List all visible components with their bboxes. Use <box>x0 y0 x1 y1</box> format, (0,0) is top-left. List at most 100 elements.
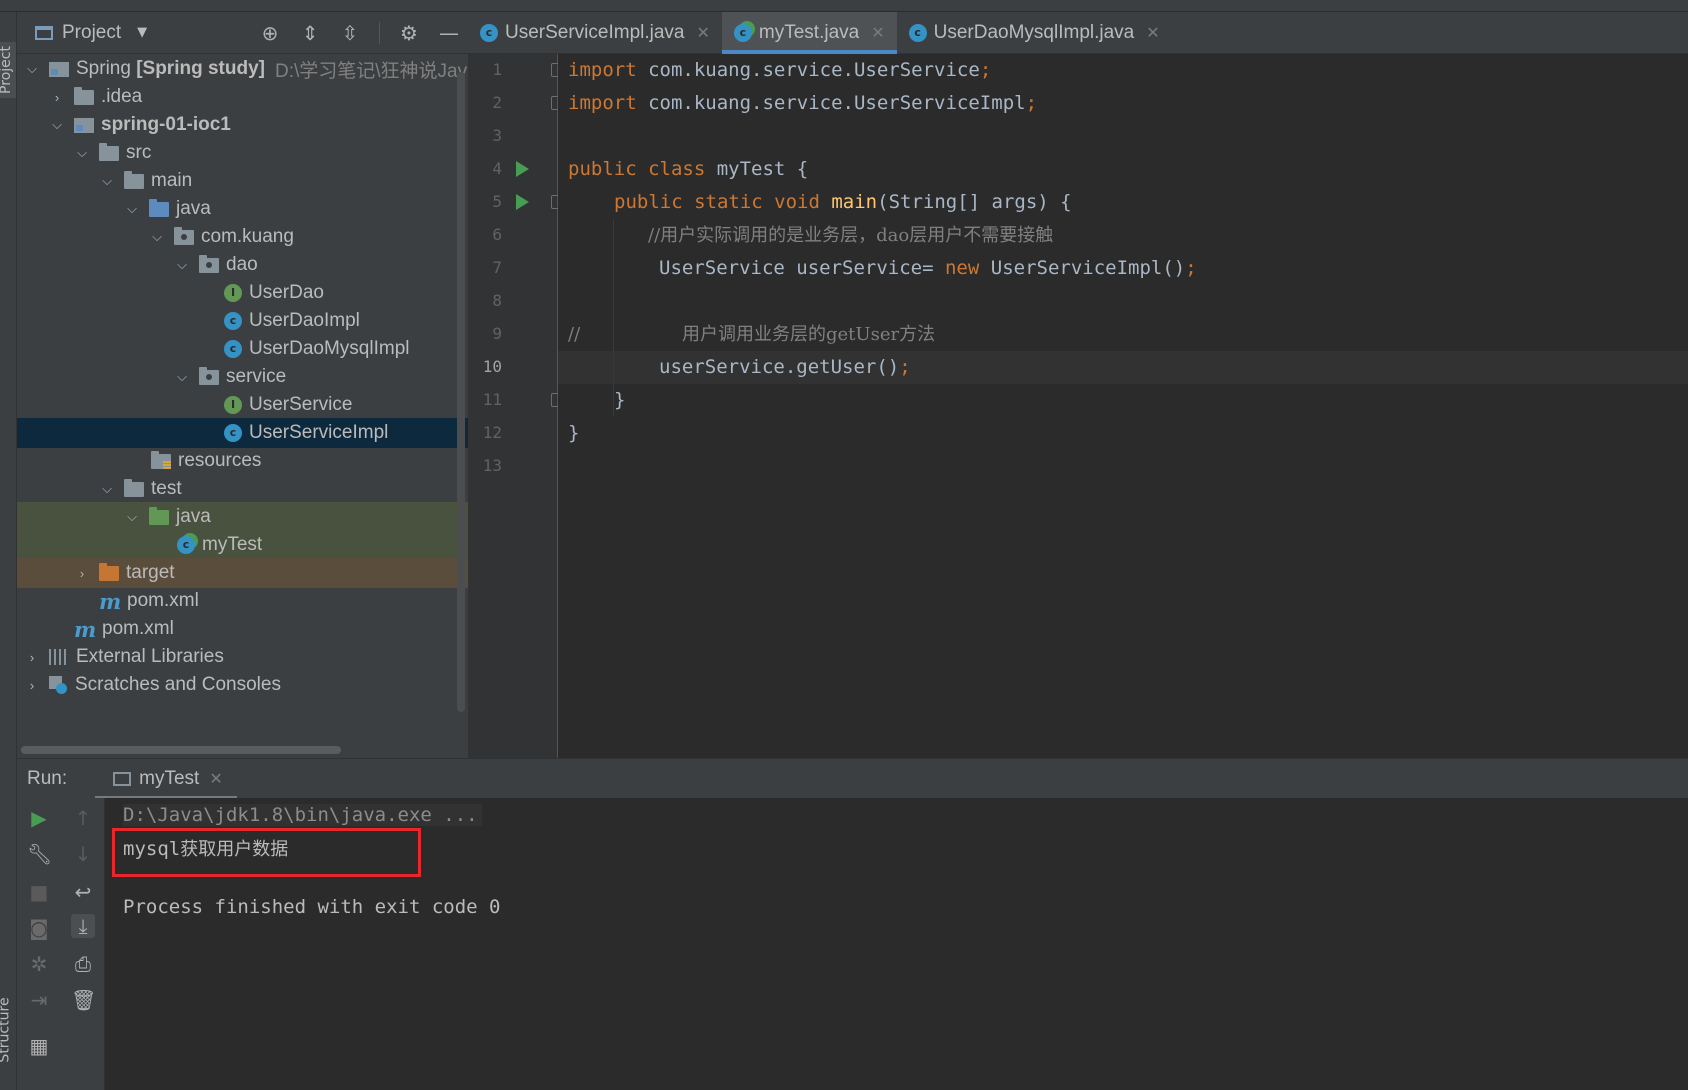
exit-icon[interactable]: ⇥ <box>27 988 51 1012</box>
close-icon[interactable]: ✕ <box>697 23 710 43</box>
run-console[interactable]: D:\Java\jdk1.8\bin\java.exe ... mysql获取用… <box>105 798 1688 1090</box>
tree-item-resources[interactable]: resources <box>17 446 468 476</box>
collapse-all-icon[interactable]: ⇳ <box>339 22 361 44</box>
soft-wrap-icon[interactable]: ↩ <box>71 880 95 904</box>
class-icon: c <box>908 24 927 42</box>
wrench-icon[interactable]: 🔧︎ <box>27 842 52 866</box>
project-vertical-scrollbar[interactable] <box>457 72 465 712</box>
chevron-down-icon[interactable]: ⌵ <box>73 145 91 161</box>
title-strip <box>0 0 1688 12</box>
chevron-right-icon[interactable]: › <box>23 650 41 665</box>
tab-label: UserServiceImpl.java <box>505 22 685 43</box>
run-tab-mytest[interactable]: myTest ✕ <box>95 759 237 799</box>
tree-item-target[interactable]: › target <box>17 558 468 588</box>
run-class-icon[interactable] <box>516 161 529 177</box>
run-main-icon[interactable] <box>516 194 529 210</box>
run-panel-header: Run: myTest ✕ <box>17 758 1688 799</box>
code-line-10: userService.getUser(); <box>659 356 911 378</box>
expand-all-icon[interactable]: ⇕ <box>299 22 321 44</box>
tab-userserviceimpl[interactable]: c UserServiceImpl.java ✕ <box>468 12 722 54</box>
tree-item-module-name: [Spring study] <box>136 58 265 79</box>
tree-item-userdao[interactable]: I UserDao <box>17 278 468 308</box>
tree-item-dao[interactable]: ⌵ dao <box>17 250 468 280</box>
chevron-down-icon[interactable]: ⌵ <box>173 257 191 273</box>
scratches-icon <box>49 676 67 694</box>
chevron-down-icon[interactable]: ⌵ <box>123 509 141 525</box>
trash-icon[interactable]: 🗑︎ <box>71 988 96 1012</box>
project-tool-button[interactable]: Project <box>0 42 16 98</box>
project-view-selector[interactable]: Project <box>62 22 121 44</box>
locate-file-icon[interactable]: ⊕ <box>259 22 281 44</box>
tree-item-scratches[interactable]: › Scratches and Consoles <box>17 670 468 700</box>
tree-item-label: com.kuang <box>201 226 294 247</box>
tree-item-main-java[interactable]: ⌵ java <box>17 194 468 224</box>
chevron-down-icon[interactable]: ⌵ <box>148 229 166 245</box>
tree-item-label: java <box>176 198 211 219</box>
tree-item-root-pom[interactable]: m pom.xml <box>17 614 468 644</box>
tree-item-test[interactable]: ⌵ test <box>17 474 468 504</box>
chevron-down-icon[interactable]: ⌵ <box>23 61 41 77</box>
code-line-6: //用户实际调用的是业务层，dao层用户不需要接触 <box>648 225 1054 246</box>
scroll-to-end-icon[interactable]: ⤓ <box>71 914 95 938</box>
toolbar-divider <box>379 22 380 44</box>
tree-item-idea[interactable]: › .idea <box>17 82 468 112</box>
close-icon[interactable]: ✕ <box>1146 23 1159 43</box>
arrow-up-icon[interactable]: ↑ <box>71 806 95 830</box>
chevron-down-icon[interactable]: ▼ <box>137 25 147 40</box>
interface-icon: I <box>224 284 242 302</box>
layout-icon[interactable]: ▦ <box>27 1034 51 1058</box>
tree-item-spring-01-ioc1[interactable]: ⌵ spring-01-ioc1 <box>17 110 468 140</box>
folder-icon <box>74 86 94 105</box>
stop-icon[interactable]: ■ <box>27 880 51 904</box>
tab-mytest[interactable]: c myTest.java ✕ <box>721 12 897 54</box>
code-line-5: public static void main(String[] args) { <box>614 191 1072 213</box>
chevron-right-icon[interactable]: › <box>73 566 91 581</box>
tree-item-src[interactable]: ⌵ src <box>17 138 468 168</box>
close-icon[interactable]: ✕ <box>209 769 222 789</box>
tree-item-userserviceimpl[interactable]: c UserServiceImpl <box>17 418 468 448</box>
gear-icon[interactable]: ⚙ <box>398 22 420 44</box>
tree-item-label: resources <box>178 450 262 471</box>
structure-tool-button[interactable]: Structure <box>0 997 13 1062</box>
chevron-right-icon[interactable]: › <box>23 678 41 693</box>
tree-item-label: java <box>176 506 211 527</box>
tree-item-service[interactable]: ⌵ service <box>17 362 468 392</box>
chevron-down-icon[interactable]: ⌵ <box>48 117 66 133</box>
chevron-down-icon[interactable]: ⌵ <box>173 369 191 385</box>
print-icon[interactable]: ⎙ <box>71 952 95 976</box>
chevron-down-icon[interactable]: ⌵ <box>98 173 116 189</box>
tree-item-test-java[interactable]: ⌵ java <box>17 502 468 532</box>
resources-folder-icon <box>151 450 171 469</box>
tree-item-userdaoimpl[interactable]: c UserDaoImpl <box>17 306 468 336</box>
chevron-down-icon[interactable]: ⌵ <box>98 481 116 497</box>
run-toolbar-primary: ▶ 🔧︎ ■ ◙ ✲ ⇥ ▦ <box>17 798 61 1090</box>
tree-item-mytest[interactable]: c myTest <box>17 530 468 560</box>
tree-item-external-libraries[interactable]: › External Libraries <box>17 642 468 672</box>
tree-item-label: spring-01-ioc1 <box>101 114 231 135</box>
arrow-down-icon[interactable]: ↓ <box>71 842 95 866</box>
editor-tab-bar: c UserServiceImpl.java ✕ c myTest.java ✕… <box>468 12 1688 54</box>
tree-item-module-pom[interactable]: m pom.xml <box>17 586 468 616</box>
hide-panel-icon[interactable]: — <box>438 22 460 44</box>
tab-userdaomysqlimpl[interactable]: c UserDaoMysqlImpl.java ✕ <box>897 12 1172 54</box>
line-number: 10 <box>482 357 502 376</box>
chevron-down-icon[interactable]: ⌵ <box>123 201 141 217</box>
tree-item-spring-root[interactable]: ⌵ Spring [Spring study] D:\学习笔记\狂神说Jav <box>17 54 468 84</box>
tree-item-main[interactable]: ⌵ main <box>17 166 468 196</box>
package-icon <box>174 226 194 245</box>
tree-item-label: UserDaoMysqlImpl <box>249 338 410 359</box>
camera-icon[interactable]: ◙ <box>27 916 51 940</box>
tree-item-userservice[interactable]: I UserService <box>17 390 468 420</box>
tree-item-userdaomysqlimpl[interactable]: c UserDaoMysqlImpl <box>17 334 468 364</box>
project-horizontal-scrollbar[interactable] <box>21 746 341 754</box>
chevron-right-icon[interactable]: › <box>48 90 66 105</box>
close-icon[interactable]: ✕ <box>871 23 884 43</box>
rerun-icon[interactable]: ▶ <box>27 806 51 830</box>
tree-item-label: pom.xml <box>102 618 174 639</box>
tree-item-com-kuang[interactable]: ⌵ com.kuang <box>17 222 468 252</box>
code-editor[interactable]: import com.kuang.service.UserService; im… <box>558 54 1688 758</box>
bug-icon[interactable]: ✲ <box>27 952 51 976</box>
run-tab-label: myTest <box>139 767 200 789</box>
line-number: 3 <box>492 126 502 145</box>
code-line-4: public class myTest { <box>568 158 809 180</box>
